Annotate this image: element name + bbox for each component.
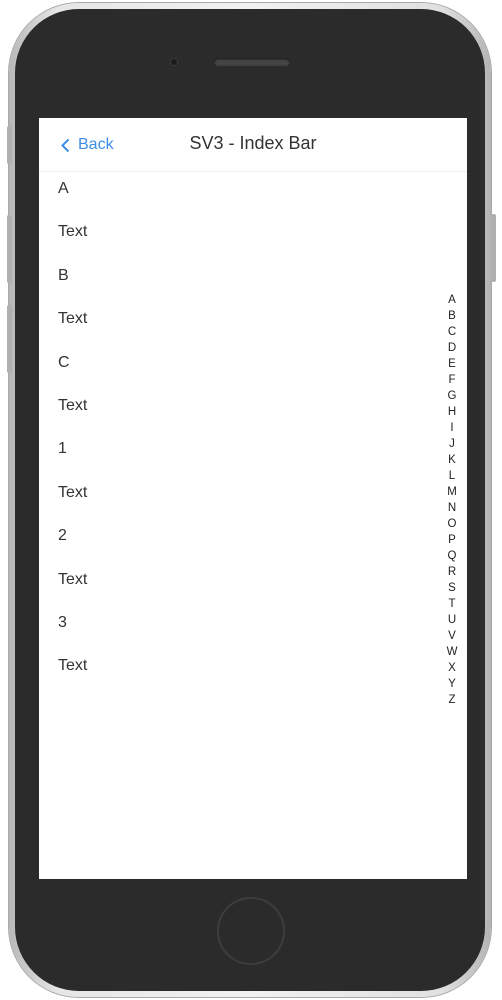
index-letter[interactable]: H (448, 404, 456, 420)
index-letter[interactable]: B (448, 308, 456, 324)
index-letter[interactable]: C (448, 324, 456, 340)
earpiece-speaker (214, 58, 290, 66)
index-letter[interactable]: Q (448, 548, 457, 564)
list-section-header: 3 (58, 613, 67, 631)
list-section-header: B (58, 266, 69, 284)
page-title: SV3 - Index Bar (189, 133, 317, 153)
index-letter[interactable]: U (448, 612, 456, 628)
list-item[interactable]: Text (39, 475, 467, 518)
list-section-header: C (58, 353, 70, 371)
home-button[interactable] (217, 897, 285, 965)
list-item[interactable]: Text (39, 214, 467, 257)
index-letter[interactable]: Z (448, 692, 455, 708)
index-letter[interactable]: A (448, 292, 456, 308)
index-letter[interactable]: N (448, 500, 456, 516)
index-letter[interactable]: I (450, 420, 453, 436)
indexed-list: A Text B Text C Text 1 Text 2 Text 3 Text (39, 171, 467, 692)
list-item[interactable]: Text (39, 648, 467, 691)
index-bar[interactable]: ABCDEFGHIJKLMNOPQRSTUVWXYZ (446, 292, 458, 708)
index-letter[interactable]: F (448, 372, 455, 388)
index-letter[interactable]: D (448, 340, 456, 356)
list-section-header: A (58, 180, 69, 197)
list-item[interactable]: Text (39, 301, 467, 344)
index-letter[interactable]: L (449, 468, 455, 484)
index-letter[interactable]: X (448, 660, 456, 676)
volume-up-button (7, 215, 12, 283)
power-button (491, 214, 496, 282)
list-item[interactable]: Text (39, 562, 467, 605)
index-letter[interactable]: P (448, 532, 456, 548)
index-letter[interactable]: V (448, 628, 456, 644)
front-camera (171, 59, 177, 65)
index-letter[interactable]: W (447, 644, 458, 660)
list-section-header: 1 (58, 440, 67, 458)
index-letter[interactable]: S (448, 580, 456, 596)
list-item[interactable]: Text (39, 388, 467, 431)
index-letter[interactable]: K (448, 452, 456, 468)
volume-down-button (7, 305, 12, 373)
index-letter[interactable]: J (449, 436, 455, 452)
index-letter[interactable]: G (448, 388, 457, 404)
navigation-bar: Back SV3 - Index Bar (39, 118, 467, 172)
index-letter[interactable]: E (448, 356, 456, 372)
index-letter[interactable]: M (447, 484, 457, 500)
mute-switch (7, 126, 12, 164)
index-letter[interactable]: T (448, 596, 455, 612)
list-section-header: 2 (58, 527, 67, 545)
index-letter[interactable]: O (448, 516, 457, 532)
index-letter[interactable]: R (448, 564, 456, 580)
index-letter[interactable]: Y (448, 676, 456, 692)
screen: Back SV3 - Index Bar A Text B Text C Text 1 Tex… (39, 118, 467, 879)
